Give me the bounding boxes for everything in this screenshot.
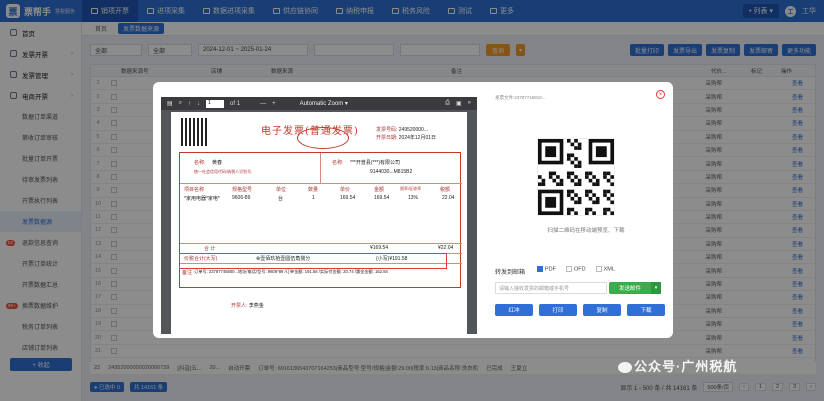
download-button[interactable]: 下载 [627,304,665,316]
buyer-name: 黄春 [212,160,223,166]
send-dropdown-button[interactable]: ▾ [651,282,661,294]
seller-name-label: 名称: [332,160,344,166]
format-ofd[interactable]: OFD [566,266,586,272]
item-price: 169.54 [340,195,356,201]
col-amount: 金额 [374,187,385,193]
invoice-preview-modal: ▤ ⌕ ↑ ↓ 1 of 1 — + Automatic Zoom ▾ ⎙ ▣ … [153,82,673,338]
search-icon[interactable]: ⌕ [179,100,182,107]
save-icon[interactable]: ▣ [456,100,462,107]
item-qty: 1 [312,195,315,201]
zoom-select[interactable]: Automatic Zoom ▾ [300,100,348,107]
wechat-icon [618,362,632,374]
invoice-qr-code [181,118,209,146]
format-pdf[interactable]: PDF [537,266,556,272]
item-unit: 台 [278,196,284,202]
checkbox-icon [566,266,572,272]
col-qty: 数量 [308,187,319,193]
modal-actions: 红冲 打印 复制 下载 [495,304,665,316]
seller-name: ***开普县(***)有限公司 [350,160,401,166]
format-options: PDF OFD XML [537,266,615,272]
invoice-seal [297,127,349,149]
qr-caption: 扫描二维码在移动端预览、下载 [547,228,625,234]
page-number-input[interactable]: 1 [206,99,225,108]
col-item: 项目名称 [184,187,205,193]
file-url: 发票文件:23787746810... [495,95,546,100]
invoice-date: 2024年12月01日 [398,135,437,141]
payee-name: 李燕金 [248,303,264,309]
seller-tax: 9144030...M815B2 [370,169,413,175]
more-tools-icon[interactable]: » [468,100,471,107]
col-spec: 规格型号 [232,187,253,193]
checkbox-icon [595,266,602,272]
page-count: of 1 [230,100,241,107]
print-button[interactable]: 打印 [539,304,577,316]
close-icon[interactable]: × [656,90,665,99]
zoom-out-button[interactable]: — [260,101,266,107]
item-rate: 13% [408,195,419,201]
preview-qr-code [537,138,615,216]
email-input[interactable]: 请输入接收发票的邮箱或手机号 [495,282,607,294]
remark-label: 备注 [182,270,193,276]
forward-label: 转发到邮箱 [495,270,526,276]
invoice-meta: 发票号码: 249520000... 开票日期: 2024年12月01日 [376,126,436,142]
invoice-date-label: 开票日期: [376,135,398,141]
item-tax: 22.04 [442,195,455,201]
col-price: 单价 [340,187,351,193]
invoice-page: 电子发票(普通发票) 发票号码: 249520000... 开票日期: 2024… [171,112,467,334]
item-name: *家用电器*家电* [184,196,220,202]
invoice-no-label: 发票号码: [376,127,398,133]
invoice-no: 249520000... [398,127,428,133]
buyer-tax-label: 统一社会信用代码/纳税人识别号: [194,169,253,174]
watermark: 公众号·广州税航 [618,356,737,375]
total-tax: ¥22.04 [438,245,454,251]
pdf-viewer[interactable]: 电子发票(普通发票) 发票号码: 249520000... 开票日期: 2024… [161,110,477,334]
sidebar-toggle-icon[interactable]: ▤ [167,100,173,107]
preview-side-panel: 发票文件:23787746810... × 扫描二维码在移动端预览、下载 转发到… [485,82,673,338]
total-label: 合 计 [204,246,216,252]
copy-button[interactable]: 复制 [583,304,621,316]
payee-line: 开票人: 李燕金 [231,302,264,309]
buyer-name-label: 名称: [194,160,206,166]
pdf-toolbar: ▤ ⌕ ↑ ↓ 1 of 1 — + Automatic Zoom ▾ ⎙ ▣ … [161,97,477,110]
remark-highlight-box [179,253,447,269]
arrow-down-icon[interactable]: ↓ [197,101,200,107]
send-email-button[interactable]: 发送邮件 [609,282,651,294]
print-icon[interactable]: ⎙ [445,100,450,107]
arrow-up-icon[interactable]: ↑ [188,101,191,107]
invoice-remark: 订单号: 23787746800...地址/电话/型号: 9606*89 /订单… [194,269,388,274]
payee-label: 开票人: [231,303,248,309]
checkbox-icon [537,266,543,272]
zoom-in-button[interactable]: + [272,101,276,107]
col-tax: 税额 [440,187,451,193]
col-rate: 税率/征收率 [400,186,422,191]
total-amount: ¥169.54 [370,245,389,251]
item-spec: 9606-89 [232,195,251,201]
red-flush-button[interactable]: 红冲 [495,304,533,316]
format-xml[interactable]: XML [595,266,615,272]
item-amount: 169.54 [374,195,390,201]
col-unit: 单位 [276,187,287,193]
